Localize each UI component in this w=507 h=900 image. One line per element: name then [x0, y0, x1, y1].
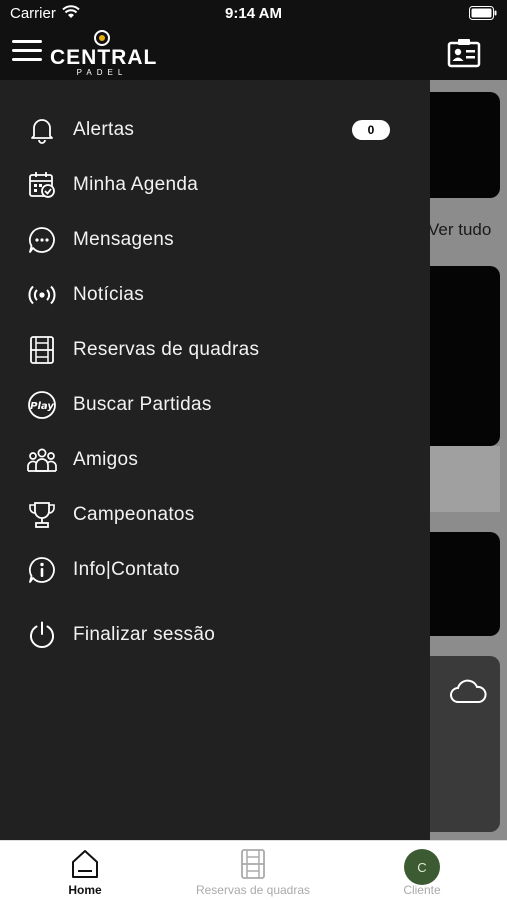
menu-item-label: Info|Contato	[73, 558, 180, 580]
tab-label: Reservas de quadras	[195, 883, 311, 897]
bottom-tab-bar: Home Reservas de quadras C Cliente	[0, 840, 507, 900]
home-icon	[72, 850, 98, 878]
alert-count-badge: 0	[352, 119, 390, 140]
court-icon	[26, 334, 58, 366]
tab-cliente[interactable]: C Cliente	[382, 847, 462, 899]
avatar: C	[404, 849, 440, 885]
background-card-footer	[430, 446, 500, 512]
broadcast-icon	[26, 279, 58, 311]
status-bar: Carrier 9:14 AM	[0, 0, 507, 28]
menu-item-label: Finalizar sessão	[73, 623, 216, 645]
menu-item-alertas[interactable]: Alertas 0	[0, 102, 430, 157]
menu-item-info-contato[interactable]: Info|Contato	[0, 542, 430, 597]
tab-reservas-de-quadras[interactable]: Reservas de quadras	[183, 847, 323, 899]
svg-text:Play: Play	[30, 401, 54, 412]
clock: 9:14 AM	[225, 5, 282, 22]
bell-icon	[26, 114, 58, 146]
background-content: Ver tudo	[430, 80, 507, 840]
tab-label: Home	[68, 883, 102, 897]
menu-item-label: Reservas de quadras	[73, 338, 260, 360]
trophy-icon	[26, 499, 58, 531]
ver-tudo-link: Ver tudo	[430, 220, 492, 239]
menu-item-label: Alertas	[73, 118, 135, 140]
background-card	[430, 532, 500, 636]
menu-item-label: Mensagens	[73, 228, 174, 250]
menu-item-amigos[interactable]: Amigos	[0, 432, 430, 487]
menu-item-label: Campeonatos	[73, 503, 195, 525]
navigation-drawer: Alertas 0 Minha Agenda Mensagens Notícia…	[0, 80, 430, 840]
menu-item-finalizar-sessao[interactable]: Finalizar sessão	[0, 607, 430, 662]
app-bar: CENTRAL PADEL	[0, 28, 507, 80]
tab-label: Cliente	[403, 883, 441, 897]
background-card	[430, 92, 500, 198]
menu-item-buscar-partidas[interactable]: Play Buscar Partidas	[0, 377, 430, 432]
brand-name: CENTRAL	[50, 46, 158, 69]
calendar-check-icon	[26, 169, 58, 201]
battery-icon	[469, 6, 497, 20]
court-icon	[241, 849, 265, 879]
logo-mark-icon	[94, 30, 110, 46]
info-chat-icon	[26, 554, 58, 586]
hamburger-menu-icon[interactable]	[12, 40, 42, 62]
brand-sub: PADEL	[76, 68, 128, 77]
menu-item-label: Amigos	[73, 448, 139, 470]
tab-home[interactable]: Home	[40, 847, 130, 899]
menu-item-minha-agenda[interactable]: Minha Agenda	[0, 157, 430, 212]
menu-item-noticias[interactable]: Notícias	[0, 267, 430, 322]
background-card	[430, 266, 500, 446]
cloud-icon	[450, 679, 487, 703]
menu-item-label: Buscar Partidas	[73, 393, 212, 415]
id-card-icon[interactable]	[447, 38, 481, 68]
menu-item-mensagens[interactable]: Mensagens	[0, 212, 430, 267]
menu-item-campeonatos[interactable]: Campeonatos	[0, 487, 430, 542]
friends-icon	[26, 444, 58, 476]
power-icon	[26, 619, 58, 651]
menu-item-label: Notícias	[73, 283, 145, 305]
menu-item-label: Minha Agenda	[73, 173, 199, 195]
brand-logo: CENTRAL PADEL	[50, 30, 158, 78]
menu-item-reservas[interactable]: Reservas de quadras	[0, 322, 430, 377]
chat-bubble-icon	[26, 224, 58, 256]
play-icon: Play	[26, 389, 58, 421]
